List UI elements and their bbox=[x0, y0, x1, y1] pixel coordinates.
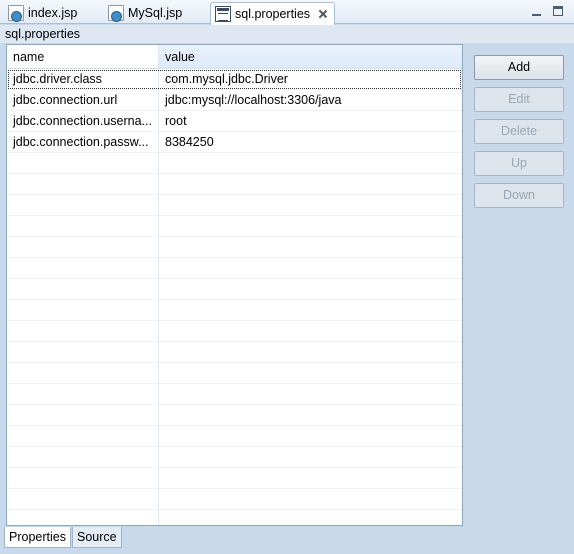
empty-table-row bbox=[7, 237, 462, 258]
empty-table-row bbox=[7, 468, 462, 489]
table-row[interactable]: jdbc.connection.passw... 8384250 bbox=[7, 132, 462, 153]
empty-cell bbox=[7, 195, 159, 215]
column-header-name[interactable]: name bbox=[7, 45, 159, 68]
empty-cell bbox=[159, 405, 462, 425]
empty-cell bbox=[159, 510, 462, 525]
empty-table-row bbox=[7, 363, 462, 384]
jsp-file-icon bbox=[108, 5, 124, 22]
tab-properties[interactable]: Properties bbox=[4, 527, 71, 548]
empty-cell bbox=[7, 237, 159, 257]
empty-cell bbox=[159, 300, 462, 320]
empty-cell bbox=[159, 342, 462, 362]
empty-table-row bbox=[7, 489, 462, 510]
tab-source[interactable]: Source bbox=[72, 527, 122, 548]
properties-file-icon bbox=[215, 6, 231, 22]
empty-cell bbox=[159, 363, 462, 383]
empty-table-row bbox=[7, 447, 462, 468]
editor-tab-bar: index.jsp MySql.jsp sql.properties bbox=[0, 0, 574, 25]
tab-label: sql.properties bbox=[235, 7, 311, 21]
empty-cell bbox=[7, 174, 159, 194]
empty-cell bbox=[7, 405, 159, 425]
editor-title: sql.properties bbox=[0, 25, 574, 43]
minimize-icon[interactable] bbox=[530, 4, 544, 18]
tab-label: MySql.jsp bbox=[128, 6, 183, 20]
empty-cell bbox=[159, 174, 462, 194]
empty-cell bbox=[159, 195, 462, 215]
tab-index-jsp[interactable]: index.jsp bbox=[8, 2, 77, 24]
table-row[interactable]: jdbc.connection.url jdbc:mysql://localho… bbox=[7, 90, 462, 111]
empty-cell bbox=[7, 300, 159, 320]
empty-table-row bbox=[7, 510, 462, 525]
tab-sql-properties[interactable]: sql.properties bbox=[210, 2, 336, 25]
delete-button[interactable]: Delete bbox=[474, 119, 564, 144]
empty-cell bbox=[159, 237, 462, 257]
empty-cell bbox=[159, 426, 462, 446]
property-value[interactable]: root bbox=[159, 111, 462, 131]
empty-cell bbox=[7, 384, 159, 404]
empty-cell bbox=[7, 426, 159, 446]
empty-cell bbox=[159, 489, 462, 509]
property-value[interactable]: 8384250 bbox=[159, 132, 462, 152]
empty-table-row bbox=[7, 153, 462, 174]
table-row[interactable]: jdbc.driver.class com.mysql.jdbc.Driver bbox=[7, 69, 462, 90]
empty-table-row bbox=[7, 258, 462, 279]
property-name[interactable]: jdbc.connection.userna... bbox=[7, 111, 159, 131]
empty-cell bbox=[159, 216, 462, 236]
empty-cell bbox=[159, 258, 462, 278]
empty-cell bbox=[7, 153, 159, 173]
empty-cell bbox=[159, 279, 462, 299]
empty-table-row bbox=[7, 342, 462, 363]
empty-cell bbox=[7, 279, 159, 299]
property-name[interactable]: jdbc.connection.passw... bbox=[7, 132, 159, 152]
empty-cell bbox=[7, 468, 159, 488]
table-row[interactable]: jdbc.connection.userna... root bbox=[7, 111, 462, 132]
edit-button[interactable]: Edit bbox=[474, 87, 564, 112]
empty-cell bbox=[7, 510, 159, 525]
empty-cell bbox=[7, 321, 159, 341]
empty-cell bbox=[159, 153, 462, 173]
properties-table: name value jdbc.driver.class com.mysql.j… bbox=[6, 44, 463, 526]
jsp-file-icon bbox=[8, 5, 24, 22]
add-button[interactable]: Add bbox=[474, 55, 564, 80]
empty-table-row bbox=[7, 300, 462, 321]
empty-table-row bbox=[7, 195, 462, 216]
empty-cell bbox=[7, 363, 159, 383]
empty-table-row bbox=[7, 216, 462, 237]
property-value[interactable]: jdbc:mysql://localhost:3306/java bbox=[159, 90, 462, 110]
down-button[interactable]: Down bbox=[474, 183, 564, 208]
empty-cell bbox=[7, 216, 159, 236]
up-button[interactable]: Up bbox=[474, 151, 564, 176]
action-buttons: Add Edit Delete Up Down bbox=[474, 55, 564, 215]
empty-cell bbox=[159, 321, 462, 341]
empty-table-row bbox=[7, 279, 462, 300]
empty-table-row bbox=[7, 405, 462, 426]
empty-cell bbox=[159, 468, 462, 488]
empty-cell bbox=[7, 489, 159, 509]
empty-cell bbox=[159, 384, 462, 404]
property-name[interactable]: jdbc.driver.class bbox=[7, 69, 159, 89]
tab-label: index.jsp bbox=[28, 6, 78, 20]
empty-table-row bbox=[7, 321, 462, 342]
editor-page-tabs: Properties Source bbox=[0, 526, 574, 554]
table-body: jdbc.driver.class com.mysql.jdbc.Driver … bbox=[7, 69, 462, 525]
empty-cell bbox=[7, 447, 159, 467]
empty-table-row bbox=[7, 426, 462, 447]
empty-cell bbox=[7, 342, 159, 362]
property-value[interactable]: com.mysql.jdbc.Driver bbox=[159, 69, 462, 89]
property-name[interactable]: jdbc.connection.url bbox=[7, 90, 159, 110]
tab-mysql-jsp[interactable]: MySql.jsp bbox=[108, 2, 182, 24]
maximize-icon[interactable] bbox=[553, 6, 563, 16]
table-header: name value bbox=[7, 45, 462, 69]
column-header-value[interactable]: value bbox=[159, 45, 462, 68]
empty-cell bbox=[159, 447, 462, 467]
close-icon[interactable] bbox=[318, 9, 328, 19]
empty-cell bbox=[7, 258, 159, 278]
empty-table-row bbox=[7, 384, 462, 405]
empty-table-row bbox=[7, 174, 462, 195]
